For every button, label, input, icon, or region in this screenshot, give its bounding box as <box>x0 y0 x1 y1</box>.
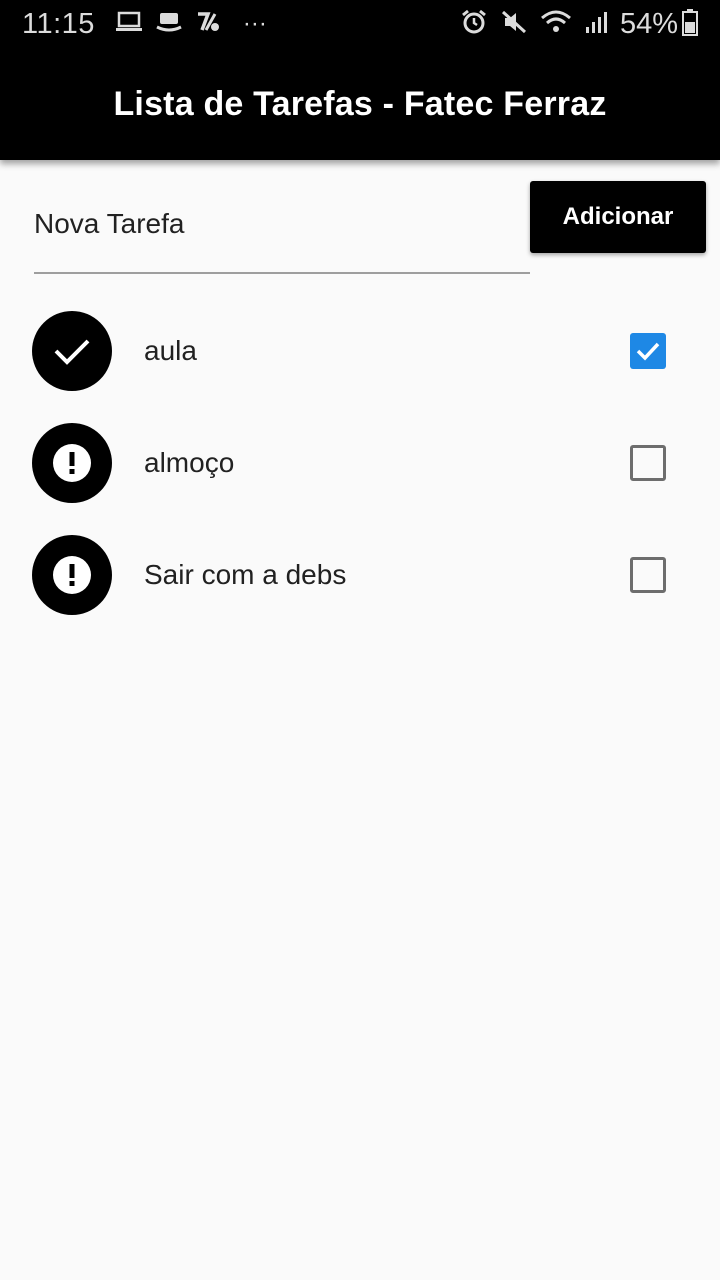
new-task-input[interactable] <box>34 176 530 274</box>
battery-icon <box>682 8 698 41</box>
mute-icon <box>500 9 528 40</box>
laptop-icon <box>115 10 143 39</box>
status-bar: 11:15 ··· 54% <box>0 0 720 48</box>
task-checkbox[interactable] <box>630 445 666 481</box>
signal-icon <box>584 9 608 40</box>
wifi-icon <box>540 9 572 40</box>
task-list: aula almoço Sair com a debs <box>0 295 720 631</box>
task-checkbox[interactable] <box>630 557 666 593</box>
status-left: 11:15 ··· <box>22 8 273 41</box>
list-item[interactable]: aula <box>0 295 720 407</box>
list-item[interactable]: Sair com a debs <box>0 519 720 631</box>
status-right: 54% <box>454 8 698 41</box>
more-icon: ··· <box>242 10 267 37</box>
check-icon <box>32 311 112 391</box>
alert-icon <box>32 423 112 503</box>
hat-icon <box>155 10 183 39</box>
task-checkbox[interactable] <box>630 333 666 369</box>
list-item[interactable]: almoço <box>0 407 720 519</box>
task-label: aula <box>144 335 197 366</box>
page-title: Lista de Tarefas - Fatec Ferraz <box>113 84 607 123</box>
add-task-button[interactable]: Adicionar <box>530 181 706 253</box>
task-label: almoço <box>144 447 235 478</box>
alarm-icon <box>460 9 488 40</box>
task-label: Sair com a debs <box>144 559 347 590</box>
status-time: 11:15 <box>22 7 95 40</box>
battery-percentage: 54% <box>619 7 678 40</box>
new-task-row: Adicionar <box>34 176 706 276</box>
alert-icon <box>32 535 112 615</box>
app-bar: Lista de Tarefas - Fatec Ferraz <box>0 48 720 160</box>
percent-app-icon <box>195 10 223 39</box>
